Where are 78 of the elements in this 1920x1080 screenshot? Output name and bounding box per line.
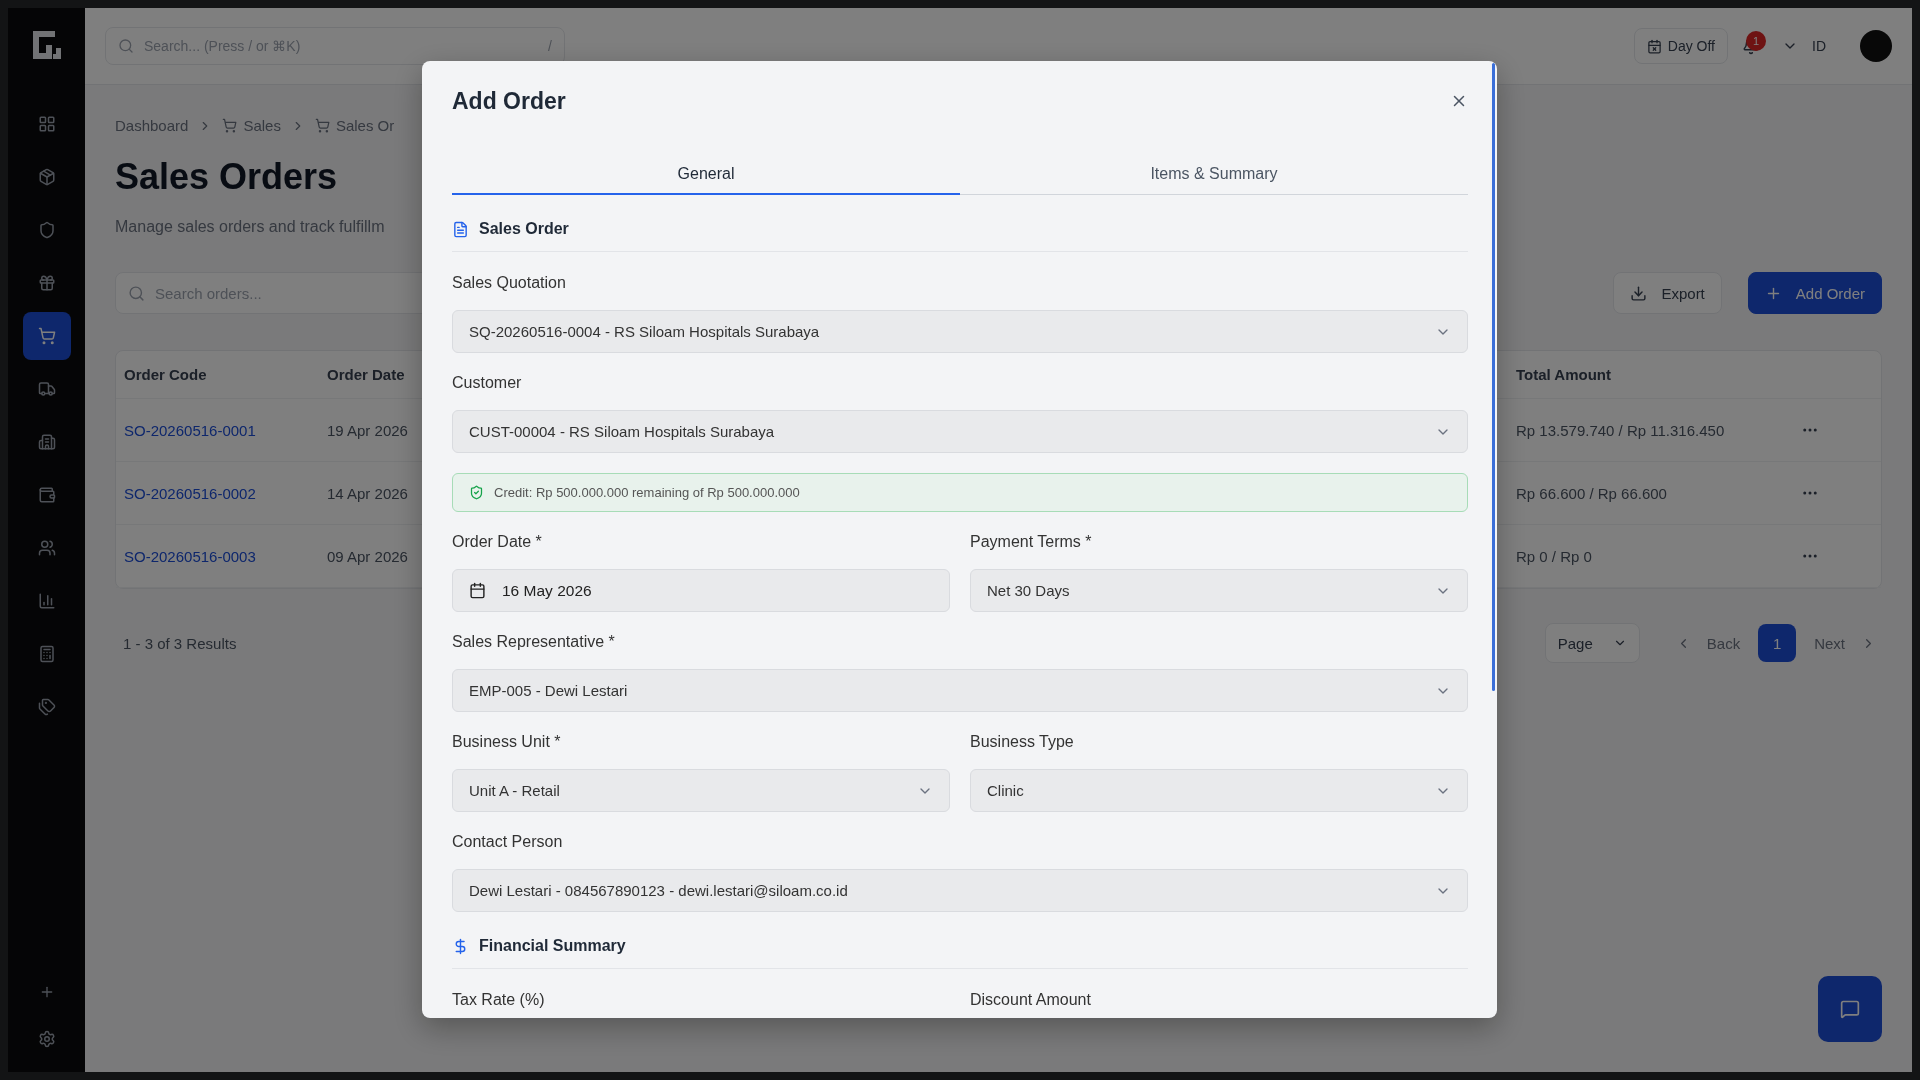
- field-label: Business Unit *: [452, 732, 562, 752]
- field-label: Discount Amount: [970, 990, 1092, 1010]
- calendar-icon: [1646, 38, 1662, 54]
- avatar[interactable]: [1860, 30, 1892, 62]
- select-field[interactable]: EMP-005 - Dewi Lestari: [452, 669, 1468, 712]
- field-label: Order Date *: [452, 532, 543, 552]
- breadcrumb-link[interactable]: Sales: [222, 117, 281, 134]
- cart-icon: [314, 118, 330, 133]
- page-number[interactable]: 1: [1758, 624, 1797, 662]
- cart-icon: [222, 118, 238, 133]
- sidebar-icon: [37, 221, 56, 239]
- download-icon: [1630, 284, 1648, 302]
- export-button[interactable]: Export: [1613, 272, 1722, 314]
- select-field[interactable]: Net 30 Days: [970, 569, 1468, 612]
- field-label: Contact Person: [452, 832, 564, 852]
- alert-text: Credit: Rp 500.000.000 remaining of Rp 500.000.000: [494, 485, 800, 500]
- shield-check-icon: [469, 485, 484, 500]
- table-cell: Rp 66.600 / Rp 66.600: [1516, 484, 1667, 502]
- field-label: Sales Representative *: [452, 632, 616, 652]
- sidebar-icon: [37, 433, 56, 451]
- tab[interactable]: General: [452, 155, 960, 195]
- date-field[interactable]: 16 May 2026: [452, 569, 950, 612]
- table-cell: Rp 0 / Rp 0: [1516, 547, 1592, 565]
- order-code-link[interactable]: SO-20260516-0001: [124, 421, 256, 439]
- sidebar-icon: [37, 274, 56, 292]
- column-header: Total Amount: [1516, 366, 1611, 383]
- page-title: Sales Orders: [115, 156, 338, 198]
- select-field[interactable]: Dewi Lestari - 084567890123 - dewi.lestari@siloam.co.id: [452, 869, 1468, 912]
- sidebar-icon: [37, 698, 56, 716]
- page-subtitle: Manage sales orders and track fulfillm: [115, 218, 385, 236]
- back-button[interactable]: Back: [1669, 623, 1747, 663]
- sidebar-icon: [37, 539, 56, 557]
- next-button[interactable]: Next: [1808, 623, 1882, 663]
- document-icon: [452, 220, 469, 238]
- sidebar-icon: [37, 592, 56, 610]
- chat-button[interactable]: [1818, 976, 1882, 1042]
- select-field[interactable]: Unit A - Retail: [452, 769, 950, 812]
- table-cell: Rp 13.579.740 / Rp 11.316.450: [1516, 421, 1725, 439]
- chat-icon: [1840, 999, 1860, 1019]
- sidebar-item[interactable]: [22, 312, 71, 360]
- results-summary: 1 - 3 of 3 Results: [123, 634, 237, 652]
- language-label[interactable]: ID: [1812, 38, 1826, 54]
- field-label: Business Type: [970, 732, 1075, 752]
- shortcut-key: /: [548, 38, 552, 54]
- order-code-link[interactable]: SO-20260516-0002: [124, 484, 256, 502]
- field-label: Customer: [452, 373, 523, 393]
- sidebar-icon: [37, 645, 56, 663]
- search-icon: [128, 284, 145, 302]
- section-title: Sales Order: [479, 219, 569, 239]
- sidebar-icon: [37, 115, 56, 133]
- select-field[interactable]: Clinic: [970, 769, 1468, 812]
- column-header: Order Date: [327, 366, 405, 383]
- add-order-button[interactable]: Add Order: [1747, 272, 1882, 314]
- scrollbar[interactable]: [1492, 63, 1495, 691]
- settings-icon[interactable]: [37, 1030, 56, 1048]
- day-off-button[interactable]: Day Off: [1633, 28, 1728, 64]
- sidebar-icon: [37, 168, 56, 186]
- tab[interactable]: Items & Summary: [960, 155, 1468, 195]
- sidebar-icon: [37, 486, 56, 504]
- breadcrumb-link[interactable]: Dashboard: [115, 117, 189, 134]
- order-code-link[interactable]: SO-20260516-0003: [124, 547, 256, 565]
- calendar-icon: [469, 582, 486, 599]
- sidebar-icon: [37, 380, 56, 398]
- field-label: Tax Rate (%): [452, 990, 546, 1010]
- dialog-title: Add Order: [452, 87, 566, 115]
- select-field[interactable]: SQ-20260516-0004 - RS Siloam Hospitals Surabaya: [452, 310, 1468, 353]
- section-title: Financial Summary: [479, 936, 626, 956]
- select-field[interactable]: CUST-00004 - RS Siloam Hospitals Surabaya: [452, 410, 1468, 453]
- search-icon: [118, 38, 134, 54]
- table-cell: 19 Apr 2026: [327, 421, 408, 439]
- table-cell: 14 Apr 2026: [327, 484, 408, 502]
- breadcrumb-link[interactable]: Sales Or: [314, 117, 395, 134]
- page-size-select[interactable]: Page: [1544, 623, 1640, 663]
- notification-badge: 1: [1746, 31, 1766, 51]
- column-header: Order Code: [124, 366, 207, 383]
- field-label: Payment Terms *: [970, 532, 1093, 552]
- sidebar-icon: [37, 327, 56, 345]
- table-cell: 09 Apr 2026: [327, 547, 408, 565]
